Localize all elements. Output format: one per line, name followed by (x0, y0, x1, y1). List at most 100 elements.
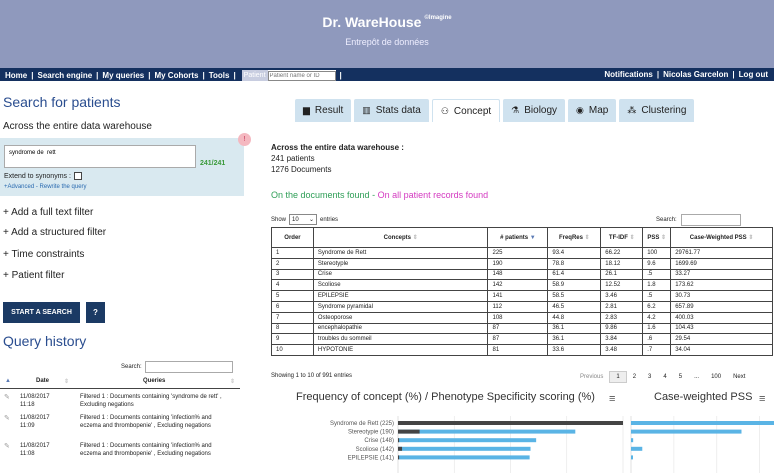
search-title: Search for patients (3, 94, 121, 110)
table-cell: 142 (487, 279, 549, 292)
nav-item-notifications[interactable]: Notifications (604, 70, 652, 79)
column-header[interactable]: Order (271, 227, 314, 248)
docs-found-link[interactable]: On the documents found (271, 190, 370, 200)
table-cell: 3.46 (600, 290, 644, 302)
tab-label: Map (588, 105, 609, 116)
nav-right: Notifications | Nicolas Garcelon | Log out (604, 70, 768, 79)
alert-badge[interactable]: ! (238, 133, 251, 146)
nav-item-home[interactable]: Home (5, 71, 27, 80)
history-col-queries[interactable]: Queries (143, 378, 165, 384)
table-row[interactable]: 5 EPILEPSIE 141 58.5 3.46.5 30.73 (271, 290, 773, 302)
history-search-input[interactable] (144, 361, 233, 373)
table-cell: 1699.69 (670, 257, 773, 270)
page-number[interactable]: 5 (673, 372, 688, 382)
table-cell: 34.04 (670, 344, 773, 356)
table-row[interactable]: 3 Crise 148 61.4 26.1.5 33.27 (271, 268, 773, 281)
add-structured-filter[interactable]: + Add a structured filter (3, 227, 106, 238)
page-number[interactable]: 2 (627, 372, 642, 382)
tab-label: Concept (453, 105, 492, 117)
freq-bar (398, 438, 537, 443)
table-row[interactable]: 7 Osteoporose 108 44.8 2.83 4.2 400.03 (271, 311, 773, 324)
page-number[interactable]: 3 (642, 372, 657, 382)
search-scope: Across the entire data warehouse (3, 121, 152, 132)
pin-icon[interactable]: ✎ (4, 414, 10, 422)
page-number[interactable]: 4 (657, 372, 672, 382)
nav-item-tools[interactable]: Tools (209, 71, 230, 80)
add-fulltext-filter[interactable]: + Add a full text filter (3, 207, 93, 218)
help-button[interactable]: ? (86, 302, 105, 323)
pin-icon[interactable]: ✎ (4, 393, 10, 401)
column-header[interactable]: Concepts ⇕ (312, 227, 489, 248)
time-constraints[interactable]: + Time constraints (3, 249, 84, 260)
table-cell: 9.86 (600, 322, 644, 335)
bar-label: Syndrome de Rett (225) (330, 421, 394, 427)
tab-label: Result (314, 105, 344, 116)
table-cell: 12.52 (600, 279, 644, 292)
table-cell: 58.9 (547, 279, 602, 292)
table-row[interactable]: 9 troubles du sommeil 87 36.1 3.84.6 29.54 (271, 333, 773, 346)
nav-item-my-cohorts[interactable]: My Cohorts (154, 71, 198, 80)
table-row[interactable]: 8 encephalopathie 87 36.1 9.86 1.6 104.43 (271, 322, 773, 335)
sort-asc-icon[interactable]: ▲ (5, 378, 11, 384)
query-panel: 241/241 Extend to synonyms : +Advanced -… (0, 138, 244, 196)
tab-clustering[interactable]: ⁂ Clustering (619, 99, 695, 122)
tab-stats-data[interactable]: ▥ Stats data (354, 99, 429, 122)
pss-bar (398, 455, 400, 460)
tab-concept[interactable]: ⚇ Concept (431, 99, 501, 122)
history-col-date[interactable]: Date (36, 378, 49, 384)
patient-label: Patient (241, 70, 268, 81)
cluster-icon: ⁂ (627, 105, 637, 115)
patient-input[interactable] (267, 70, 336, 81)
table-cell: 6.2 (642, 300, 672, 313)
table-cell: 5 (271, 290, 314, 302)
synonyms-label: Extend to synonyms : (4, 172, 71, 180)
page-number[interactable]: 100 (705, 372, 727, 382)
table-cell: 108 (487, 311, 549, 324)
hamburger-icon[interactable]: ≡ (609, 393, 615, 405)
table-search-input[interactable] (680, 214, 741, 226)
freq-bar (398, 429, 576, 434)
table-cell: 2.83 (600, 311, 644, 324)
all-records-link[interactable]: On all patient records found (378, 190, 489, 200)
page-number[interactable]: 1 (609, 371, 627, 383)
table-cell: 87 (487, 333, 549, 346)
top-navbar: Home | Search engine | My queries | My Cohorts… (0, 68, 774, 81)
previous-page[interactable]: Previous (574, 372, 609, 382)
advanced-link[interactable]: +Advanced - Rewrite the query (4, 184, 87, 190)
table-cell: 46.5 (547, 300, 602, 313)
next-page[interactable]: Next (727, 372, 751, 382)
column-header[interactable]: # patients ▼ (487, 227, 549, 248)
column-header[interactable]: PSS ⇕ (642, 227, 672, 248)
tab-map[interactable]: ◉ Map (568, 99, 617, 122)
nav-item-nicolas-garcelon[interactable]: Nicolas Garcelon (663, 70, 728, 79)
freq-chart-title: Frequency of concept (%) / Phenotype Spe… (296, 391, 595, 403)
synonyms-checkbox[interactable] (73, 172, 82, 180)
patient-filter[interactable]: + Patient filter (3, 270, 64, 281)
tab-result[interactable]: ▆ Result (295, 99, 352, 122)
table-row[interactable]: 2 Stereotyple 190 78.8 18.12 9.6 1699.69 (271, 257, 773, 270)
table-row[interactable]: 10 HYPOTONIE 81 33.6 3.48.7 34.04 (271, 344, 773, 356)
column-header[interactable]: TF-IDF ⇕ (600, 227, 644, 248)
query-input[interactable] (4, 145, 196, 168)
nav-item-my-queries[interactable]: My queries (102, 71, 144, 80)
sort-desc-icon: ▼ (529, 234, 536, 241)
hamburger-icon[interactable]: ≡ (759, 393, 765, 405)
table-row[interactable]: 4 Scoliose 142 58.9 12.52 1.8 173.62 (271, 279, 773, 292)
column-header[interactable]: FreqRes ⇕ (547, 227, 602, 248)
table-cell: .5 (642, 290, 672, 302)
entries-select[interactable]: 10 ⌄ (289, 214, 318, 225)
table-cell: 2 (271, 257, 314, 270)
table-cell: 4.2 (642, 311, 672, 324)
history-date: 11/08/2017 11:08 (20, 443, 50, 457)
start-search-button[interactable]: START A SEARCH (3, 302, 80, 323)
column-header[interactable]: Case-Weighted PSS ⇕ (670, 227, 773, 248)
nav-item-log-out[interactable]: Log out (739, 70, 768, 79)
pin-icon[interactable]: ✎ (4, 442, 10, 450)
tab-biology[interactable]: ⚗ Biology (503, 99, 566, 122)
docs-scope-toggle: On the documents found - On all patient … (271, 190, 488, 200)
table-row[interactable]: 1 Syndrome de Rett 225 93.4 66.22 100 29761.77 (271, 247, 773, 259)
bar-label: Stereotypie (190) (348, 430, 394, 436)
nav-item-search-engine[interactable]: Search engine (37, 71, 92, 80)
table-cell: 3 (271, 268, 314, 281)
table-row[interactable]: 6 Syndrome pyramidal 112 46.5 2.81 6.2 657.89 (271, 300, 773, 313)
